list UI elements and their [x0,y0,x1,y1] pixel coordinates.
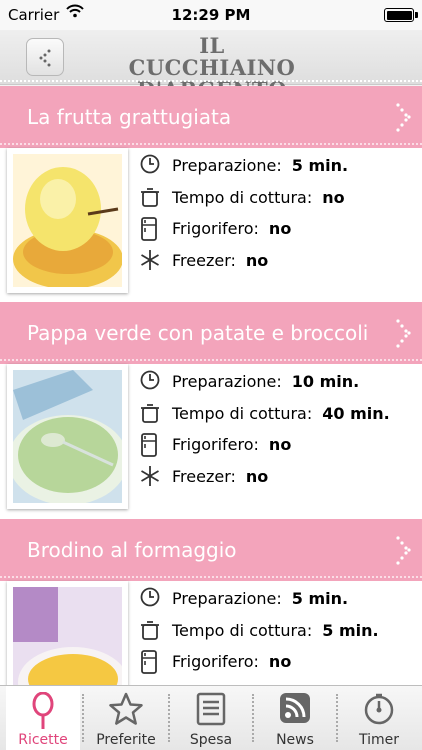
tab-label: Preferite [96,732,156,748]
recipe-title: Brodino al formaggio [27,538,237,562]
tab-divider [82,694,84,742]
star-icon [109,692,143,725]
fridge-value: no [268,435,292,454]
recipe-photo [7,148,128,293]
clock-icon [140,587,160,607]
cook-label: Tempo di cottura: [172,620,313,640]
tab-label: Spesa [189,732,233,748]
recipe-title-bar[interactable]: La frutta grattugiata [0,86,422,148]
tab-label: Ricette [18,732,68,748]
recipe-photo [7,364,128,509]
clock-icon [140,370,160,390]
freezer-label: Freezer: [172,250,236,270]
dots-back-icon [39,49,51,67]
recipe-title-bar[interactable]: Pappa verde con patate e broccoli [0,302,422,364]
rss-icon [280,693,310,723]
tab-divider [252,694,254,742]
list-icon [196,692,226,726]
tab-divider [336,694,338,742]
fridge-label: Frigorifero: [172,435,259,454]
chevron-right-icon [396,103,411,132]
timer-icon [364,693,394,725]
spoon-icon [32,692,54,729]
freezer-value: no [245,250,269,270]
tab-divider [168,694,170,742]
freezer-value: no [245,466,269,486]
recipe-photo [7,581,128,685]
fridge-value: no [268,219,292,238]
freezer-label: Freezer: [172,466,236,486]
fridge-label: Frigorifero: [172,219,259,238]
fridge-icon [141,217,157,241]
logo-line-1: IL CUCCHIAINO [128,33,296,80]
pot-icon [141,620,159,640]
pot-icon [141,187,159,207]
cook-label: Tempo di cottura: [172,403,313,423]
recipe-title: La frutta grattugiata [27,105,232,129]
pot-icon [141,403,159,423]
chevron-right-icon [396,319,411,348]
cook-value: 40 min. [322,403,390,423]
tab-spesa[interactable]: Spesa [172,686,250,750]
cook-value: no [322,187,345,207]
prep-value: 10 min. [291,372,360,391]
menu-button[interactable] [26,38,64,76]
fridge-icon [141,650,157,674]
clock: 12:29 PM [171,6,251,24]
status-bar: Carrier 12:29 PM [0,0,422,30]
recipe-title: Pappa verde con patate e broccoli [27,321,369,345]
tab-bar: Ricette Preferite Spesa News Timer [0,685,422,750]
clock-icon [140,154,160,174]
cook-label: Tempo di cottura: [172,187,313,207]
tab-label: News [276,732,314,748]
fridge-label: Frigorifero: [172,652,259,671]
prep-label: Preparazione: [172,589,282,608]
recipe-title-bar[interactable]: Brodino al formaggio [0,519,422,581]
recipe-card[interactable]: Pappa verde con patate e broccoli Prepar… [0,302,422,519]
snowflake-icon [141,249,159,270]
tab-news[interactable]: News [256,686,334,750]
tab-timer[interactable]: Timer [340,686,418,750]
prep-value: 5 min. [291,156,349,175]
tab-ricette[interactable]: Ricette [6,686,80,750]
prep-label: Preparazione: [172,156,282,175]
fridge-icon [141,433,157,457]
prep-label: Preparazione: [172,372,282,391]
tab-label: Timer [358,732,400,748]
prep-value: 5 min. [291,589,349,608]
cook-value: 5 min. [322,620,379,640]
nav-header: IL CUCCHIAINO D'ARGENTO [0,30,422,101]
snowflake-icon [141,465,159,486]
chevron-right-icon [396,536,411,565]
recipe-card[interactable]: Brodino al formaggio Preparazione: 5 min.… [0,519,422,685]
fridge-value: no [268,652,292,671]
recipe-card[interactable]: La frutta grattugiata Preparazione: 5 min… [0,86,422,303]
battery-icon [384,8,418,22]
tab-preferite[interactable]: Preferite [86,686,166,750]
